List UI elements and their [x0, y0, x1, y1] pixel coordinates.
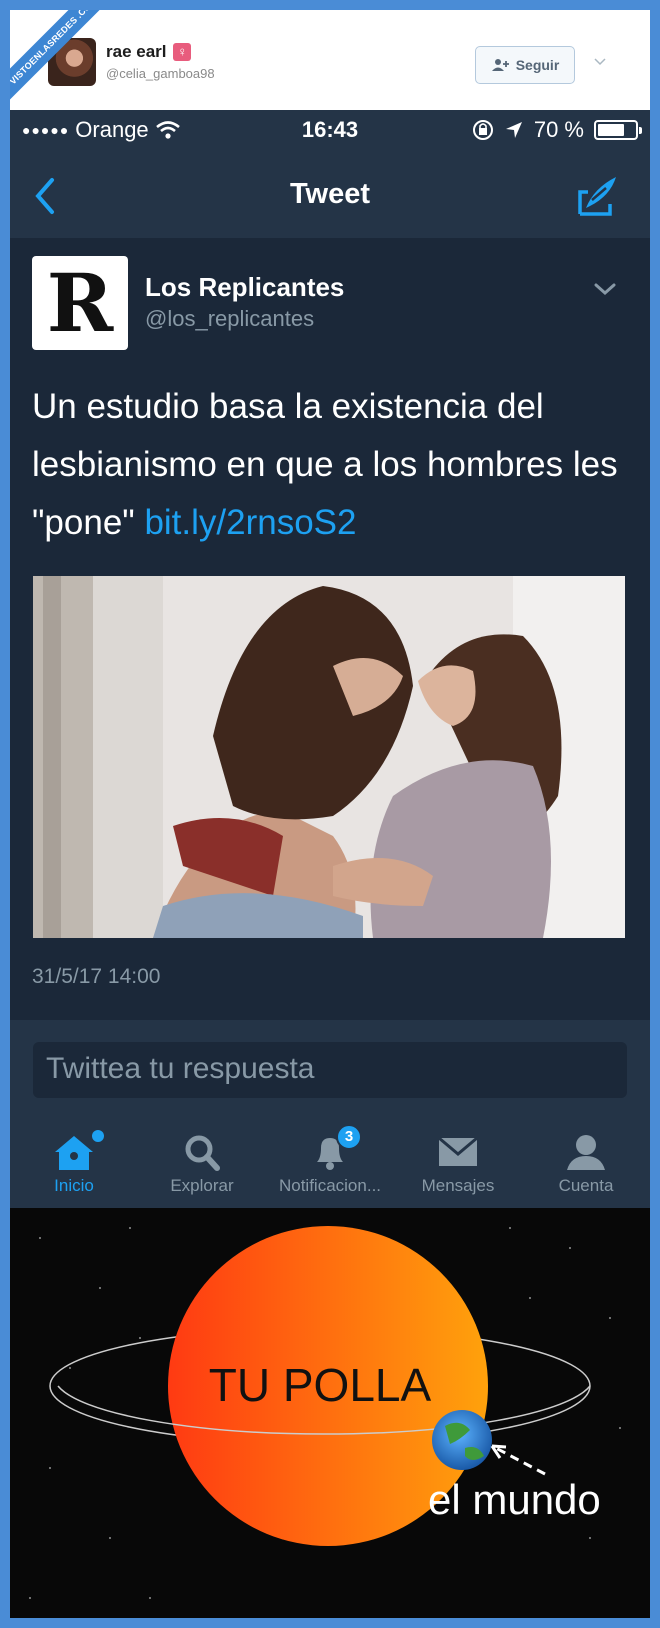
- meme-center-label: TU POLLA: [208, 1359, 432, 1411]
- watermark-text: VISTOENLASREDES .COM: [10, 10, 120, 116]
- phone-screen: ●●●●● Orange 16:43 70 % Tweet R Los Repl…: [10, 110, 650, 1208]
- reply-and-tabs: Twittea tu respuesta Inicio Explorar 3 N…: [10, 1020, 650, 1208]
- screenshot-frame: rae earl ♀ @celia_gamboa98 Seguir ●●●●● …: [10, 10, 650, 1618]
- mail-icon: [438, 1136, 478, 1166]
- tab-mensajes[interactable]: Mensajes: [394, 1118, 522, 1208]
- notifications-badge: 3: [336, 1124, 362, 1150]
- battery-icon: [594, 120, 642, 140]
- embed-user-handle[interactable]: @celia_gamboa98: [106, 66, 215, 81]
- tab-explorar[interactable]: Explorar: [138, 1118, 266, 1208]
- female-sign-icon: ♀: [173, 43, 192, 61]
- tweet-author-name[interactable]: Los Replicantes: [145, 272, 344, 303]
- tweet-timestamp: 31/5/17 14:00: [32, 965, 161, 988]
- tweet-options-chevron-icon[interactable]: [594, 282, 616, 296]
- battery-percent: 70 %: [533, 117, 584, 142]
- compose-tweet-icon[interactable]: [576, 174, 620, 218]
- follow-button[interactable]: Seguir: [475, 46, 575, 84]
- watermark-corner: VISTOENLASREDES .COM: [10, 10, 120, 120]
- tab-bar: Inicio Explorar 3 Notificacion... Mensaj…: [10, 1118, 650, 1208]
- tweet-text: Un estudio basa la existencia del lesbia…: [32, 387, 618, 542]
- chevron-down-icon[interactable]: [593, 54, 607, 68]
- page-title: Tweet: [289, 178, 371, 210]
- tweet-link[interactable]: bit.ly/2rnsoS2: [144, 503, 356, 542]
- meme-illustration: [10, 1208, 650, 1618]
- meme-planet-label: el mundo: [428, 1476, 601, 1523]
- tab-notificaciones[interactable]: 3 Notificacion...: [266, 1118, 394, 1208]
- tweet-author-avatar[interactable]: R: [32, 256, 128, 350]
- tweet-photo[interactable]: [33, 576, 625, 938]
- reply-input[interactable]: Twittea tu respuesta: [33, 1042, 627, 1098]
- nav-bar: Tweet: [10, 150, 650, 238]
- person-icon: [567, 1135, 605, 1170]
- add-user-icon: [491, 59, 509, 71]
- meme-image: TU POLLA el mundo: [10, 1208, 650, 1618]
- new-content-dot: [92, 1130, 104, 1142]
- tab-cuenta[interactable]: Cuenta: [522, 1118, 650, 1208]
- follow-label: Seguir: [515, 57, 560, 73]
- tweet-author-handle[interactable]: @los_replicantes: [145, 306, 314, 332]
- photo-illustration: [33, 576, 625, 938]
- home-icon: [55, 1136, 93, 1170]
- search-icon: [185, 1135, 220, 1171]
- tab-inicio[interactable]: Inicio: [10, 1118, 138, 1208]
- location-icon: [505, 122, 522, 138]
- rotation-lock-icon: [472, 120, 493, 140]
